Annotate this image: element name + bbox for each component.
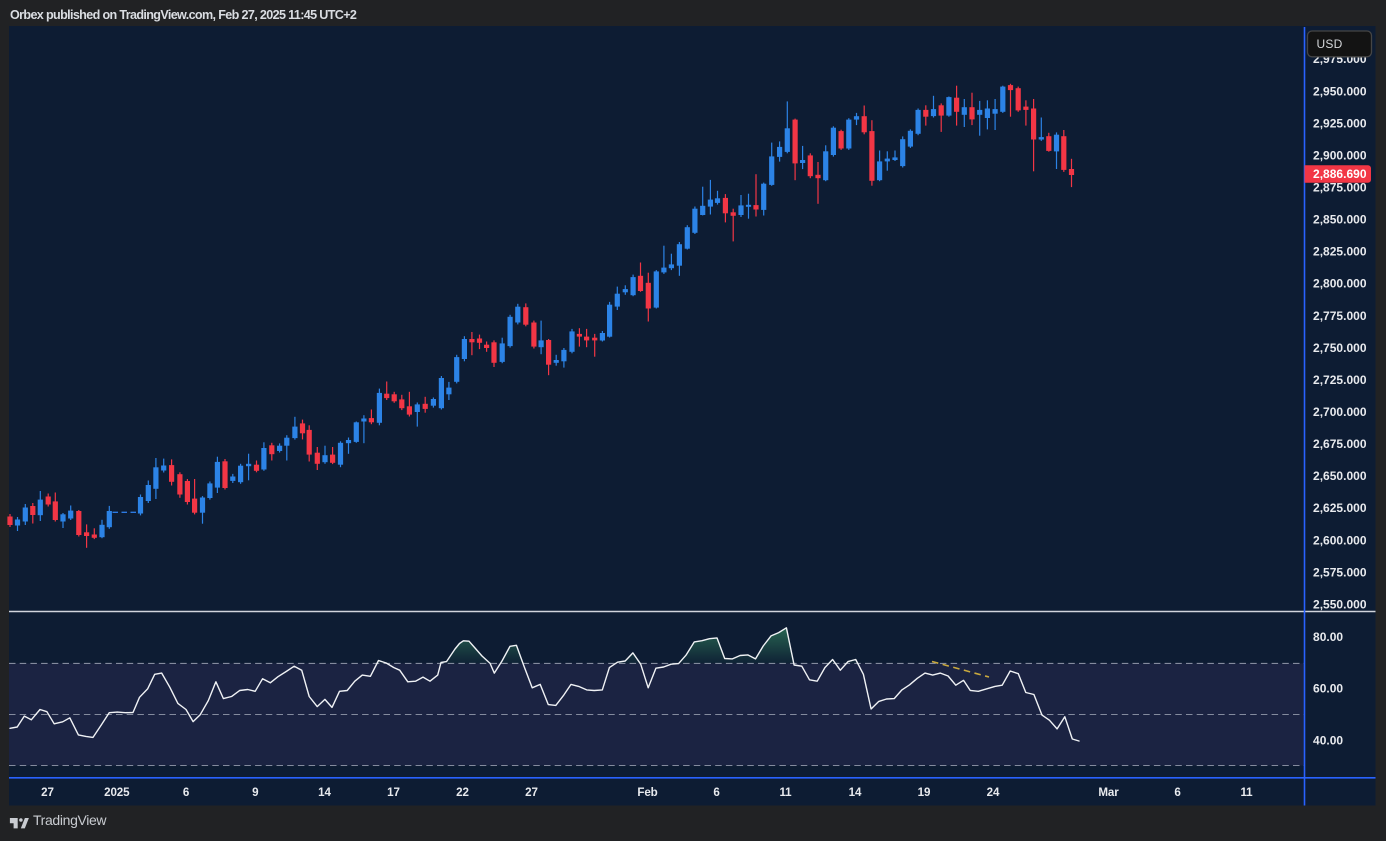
svg-text:11: 11 <box>1240 786 1253 799</box>
svg-text:2025: 2025 <box>104 786 130 799</box>
svg-text:2,800.000: 2,800.000 <box>1313 277 1367 291</box>
svg-text:6: 6 <box>183 786 190 799</box>
svg-text:6: 6 <box>713 786 720 799</box>
svg-text:22: 22 <box>456 786 469 799</box>
svg-text:2,550.000: 2,550.000 <box>1313 597 1367 611</box>
svg-text:11: 11 <box>779 786 792 799</box>
svg-text:80.00: 80.00 <box>1313 630 1343 644</box>
svg-text:2,625.000: 2,625.000 <box>1313 501 1367 515</box>
svg-text:19: 19 <box>918 786 931 799</box>
svg-text:2,700.000: 2,700.000 <box>1313 405 1367 419</box>
svg-text:9: 9 <box>252 786 259 799</box>
svg-text:2,900.000: 2,900.000 <box>1313 148 1367 162</box>
svg-text:14: 14 <box>318 786 331 799</box>
svg-text:2,886.690: 2,886.690 <box>1313 167 1367 181</box>
svg-text:6: 6 <box>1174 786 1181 799</box>
svg-text:27: 27 <box>41 786 54 799</box>
svg-text:2,775.000: 2,775.000 <box>1313 309 1367 323</box>
svg-text:Feb: Feb <box>637 786 657 799</box>
svg-text:14: 14 <box>849 786 862 799</box>
svg-text:24: 24 <box>987 786 1000 799</box>
svg-text:2,950.000: 2,950.000 <box>1313 84 1367 98</box>
svg-text:2,825.000: 2,825.000 <box>1313 245 1367 259</box>
svg-text:2,850.000: 2,850.000 <box>1313 213 1367 227</box>
svg-text:60.00: 60.00 <box>1313 682 1343 696</box>
svg-text:17: 17 <box>387 786 400 799</box>
svg-text:USD: USD <box>1317 37 1343 51</box>
svg-text:27: 27 <box>525 786 538 799</box>
svg-text:2,925.000: 2,925.000 <box>1313 116 1367 130</box>
svg-text:40.00: 40.00 <box>1313 733 1343 747</box>
svg-text:2,725.000: 2,725.000 <box>1313 373 1367 387</box>
svg-text:2,575.000: 2,575.000 <box>1313 565 1367 579</box>
svg-text:2,600.000: 2,600.000 <box>1313 533 1367 547</box>
svg-text:2,675.000: 2,675.000 <box>1313 437 1367 451</box>
svg-text:2,750.000: 2,750.000 <box>1313 341 1367 355</box>
svg-text:Mar: Mar <box>1098 786 1119 799</box>
svg-text:2,650.000: 2,650.000 <box>1313 469 1367 483</box>
